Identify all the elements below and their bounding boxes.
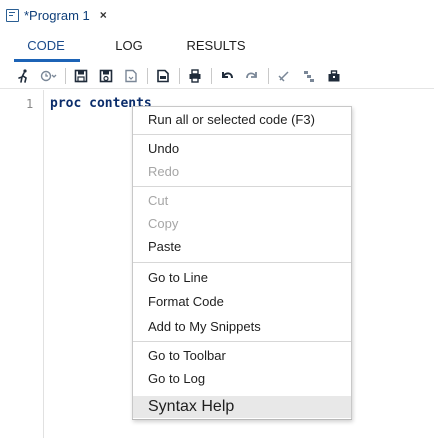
line-number: 1	[26, 97, 34, 111]
history-icon[interactable]	[37, 65, 60, 87]
menu-separator	[133, 262, 351, 263]
sas-studio-program-window: *Program 1 × CODE LOG RESULTS 1 proc con…	[0, 0, 434, 438]
menu-item-syntax-help[interactable]: Syntax Help	[133, 396, 351, 418]
program-tab-title: *Program 1	[24, 7, 90, 23]
line-number-gutter: 1	[0, 90, 44, 438]
menu-separator	[133, 134, 351, 135]
save-icon[interactable]	[69, 65, 92, 87]
menu-item-add-to-snippets[interactable]: Add to My Snippets	[133, 316, 351, 338]
menu-separator	[133, 186, 351, 187]
redo-icon[interactable]	[240, 65, 263, 87]
clear-icon[interactable]	[272, 65, 295, 87]
print-icon[interactable]	[183, 65, 206, 87]
download-icon[interactable]	[119, 65, 142, 87]
save-as-icon[interactable]	[94, 65, 117, 87]
toolbar-separator	[179, 67, 180, 84]
menu-item-cut[interactable]: Cut	[133, 190, 351, 212]
tab-log[interactable]: LOG	[92, 34, 166, 62]
toolbar-separator	[65, 67, 66, 84]
toolbar-separator	[147, 67, 148, 84]
menu-item-run[interactable]: Run all or selected code (F3)	[133, 109, 351, 131]
menu-item-go-to-log[interactable]: Go to Log	[133, 368, 351, 390]
context-menu: Run all or selected code (F3) Undo Redo …	[132, 106, 352, 420]
menu-item-go-to-line[interactable]: Go to Line	[133, 267, 351, 289]
snippets-icon[interactable]	[322, 65, 345, 87]
close-icon[interactable]: ×	[100, 8, 107, 22]
menu-item-redo[interactable]: Redo	[133, 161, 351, 183]
toolbar-separator	[211, 67, 212, 84]
tab-code[interactable]: CODE	[0, 34, 92, 62]
context-menu-bottom-edge	[132, 419, 352, 420]
tab-results[interactable]: RESULTS	[166, 34, 266, 62]
program-file-icon	[6, 8, 19, 22]
format-icon[interactable]	[297, 65, 320, 87]
run-icon[interactable]	[12, 65, 35, 87]
toolbar-separator	[268, 67, 269, 84]
export-icon[interactable]	[151, 65, 174, 87]
program-tab[interactable]: *Program 1 ×	[0, 0, 134, 30]
undo-icon[interactable]	[215, 65, 238, 87]
view-tabs: CODE LOG RESULTS	[0, 34, 434, 62]
menu-item-go-to-toolbar[interactable]: Go to Toolbar	[133, 345, 351, 367]
menu-item-format-code[interactable]: Format Code	[133, 291, 351, 313]
menu-separator	[133, 341, 351, 342]
menu-item-copy[interactable]: Copy	[133, 213, 351, 235]
menu-item-paste[interactable]: Paste	[133, 236, 351, 258]
menu-item-undo[interactable]: Undo	[133, 138, 351, 160]
code-toolbar	[0, 63, 434, 89]
